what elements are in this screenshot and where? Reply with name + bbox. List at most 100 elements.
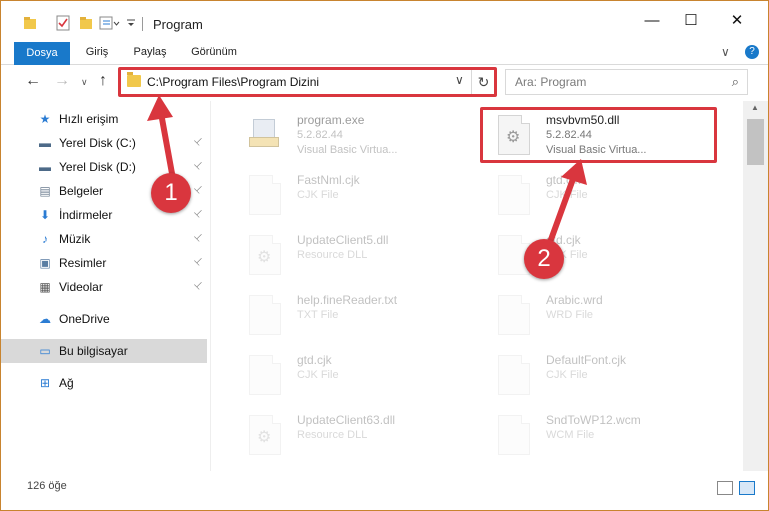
- recent-locations-button[interactable]: ∨: [81, 77, 88, 88]
- search-box[interactable]: Ara: Program ⌕: [505, 69, 748, 95]
- sidebar-item-label: Resimler: [59, 256, 107, 270]
- address-highlight-box: [118, 67, 497, 97]
- file-item[interactable]: ⚙ UpdateClient5.dll Resource DLL: [233, 227, 473, 283]
- customize-toolbar-icon[interactable]: [125, 13, 137, 33]
- scroll-up-icon[interactable]: ▲: [751, 103, 759, 112]
- step-badge-2: 2: [524, 239, 564, 279]
- tab-view[interactable]: Görünüm: [185, 41, 243, 63]
- title-bar: Program — ☐ ✕: [1, 1, 768, 39]
- sidebar-item[interactable]: ⊞ Ağ: [1, 371, 207, 395]
- item-count: 126 öğe: [27, 480, 67, 492]
- status-bar: 126 öğe: [1, 471, 768, 510]
- title-separator: [142, 17, 143, 31]
- file-item[interactable]: SndToWP12.wcm WCM File: [482, 407, 722, 463]
- file-icon: [498, 175, 530, 215]
- large-icons-view-icon[interactable]: [739, 481, 755, 495]
- file-item[interactable]: program.exe 5.2.82.44 Visual Basic Virtua.…: [233, 107, 473, 163]
- file-item[interactable]: gtd.cjk CJK File: [233, 347, 473, 403]
- ribbon-collapse-icon[interactable]: ∨: [721, 45, 730, 59]
- file-detail: Resource DLL: [297, 249, 368, 261]
- pin-icon[interactable]: ⊥: [191, 135, 205, 149]
- file-detail: CJK File: [546, 189, 588, 201]
- pictures-icon: ▣: [39, 256, 51, 270]
- file-item[interactable]: ⚙ UpdateClient63.dll Resource DLL: [233, 407, 473, 463]
- file-item[interactable]: help.fineReader.txt TXT File: [233, 287, 473, 343]
- sidebar-item[interactable]: ▦ Videolar ⊥: [1, 275, 207, 299]
- tab-home[interactable]: Giriş: [79, 41, 115, 63]
- details-view-icon[interactable]: [717, 481, 733, 495]
- network-icon: ⊞: [39, 376, 51, 390]
- pin-icon[interactable]: ⊥: [191, 207, 205, 221]
- sidebar-item-label: Hızlı erişim: [59, 112, 119, 126]
- sidebar-item-label: Yerel Disk (D:): [59, 160, 136, 174]
- sidebar-item-label: İndirmeler: [59, 208, 113, 222]
- file-item[interactable]: Arabic.wrd WRD File: [482, 287, 722, 343]
- file-icon: [498, 355, 530, 395]
- search-icon[interactable]: ⌕: [732, 74, 739, 90]
- gear-file-icon: ⚙: [249, 235, 281, 275]
- file-item[interactable]: DefaultFont.cjk CJK File: [482, 347, 722, 403]
- sidebar-item[interactable]: ▬ Yerel Disk (C:) ⊥: [1, 131, 207, 155]
- file-name: gtd.cjk: [546, 173, 581, 187]
- sidebar-item-label: OneDrive: [59, 312, 110, 326]
- sidebar-item-label: Ağ: [59, 376, 74, 390]
- properties-icon[interactable]: [55, 13, 71, 33]
- sidebar-item[interactable]: ▣ Resimler ⊥: [1, 251, 207, 275]
- file-item[interactable]: FastNml.cjk CJK File: [233, 167, 473, 223]
- view-options-icon[interactable]: [99, 13, 121, 33]
- file-detail: TXT File: [297, 309, 339, 321]
- music-icon: ♪: [42, 232, 48, 246]
- vertical-scrollbar[interactable]: ▲: [743, 101, 768, 471]
- pin-icon[interactable]: ⊥: [191, 255, 205, 269]
- sidebar-item-label: Müzik: [59, 232, 91, 246]
- pin-icon[interactable]: ⊥: [191, 183, 205, 197]
- forward-button[interactable]: →: [54, 72, 70, 90]
- up-button[interactable]: ↑: [99, 72, 107, 90]
- file-name: help.fineReader.txt: [297, 293, 398, 307]
- file-icon: [498, 295, 530, 335]
- pin-icon[interactable]: ⊥: [191, 279, 205, 293]
- navigation-pane: ★ Hızlı erişim ▬ Yerel Disk (C:) ⊥ ▬ Yerel Dis…: [1, 101, 211, 471]
- exe-icon: [249, 115, 279, 149]
- help-icon[interactable]: ?: [745, 45, 759, 59]
- sidebar-item-label: Yerel Disk (C:): [59, 136, 136, 150]
- sidebar-item-label: Bu bilgisayar: [59, 344, 128, 358]
- sidebar-item[interactable]: ▭ Bu bilgisayar: [1, 339, 207, 363]
- file-name: FastNml.cjk: [297, 173, 360, 187]
- sidebar-item-label: Belgeler: [59, 184, 104, 198]
- scroll-thumb[interactable]: [747, 119, 764, 165]
- close-button[interactable]: ✕: [714, 1, 760, 39]
- maximize-button[interactable]: ☐: [668, 1, 714, 39]
- file-name: DefaultFont.cjk: [546, 353, 627, 367]
- pin-icon[interactable]: ⊥: [191, 231, 205, 245]
- file-description: Visual Basic Virtua...: [297, 144, 398, 156]
- sidebar-item[interactable]: ★ Hızlı erişim: [1, 107, 207, 131]
- gear-file-icon: ⚙: [249, 415, 281, 455]
- search-input[interactable]: Ara: Program: [515, 75, 586, 89]
- file-name: SndToWP12.wcm: [546, 413, 641, 427]
- file-name: gtd.cjk: [297, 353, 332, 367]
- sidebar-item[interactable]: ♪ Müzik ⊥: [1, 227, 207, 251]
- tab-file[interactable]: Dosya: [14, 42, 70, 65]
- file-item[interactable]: gtd.cjk CJK File: [482, 167, 722, 223]
- download-icon: ⬇: [39, 208, 51, 222]
- drive-icon: ▬: [39, 160, 51, 174]
- pin-icon[interactable]: ⊥: [191, 159, 205, 173]
- file-item[interactable]: gtd.cjk CJK File: [482, 227, 722, 283]
- tab-share[interactable]: Paylaş: [128, 41, 172, 63]
- file-icon: [249, 355, 281, 395]
- computer-icon: ▭: [39, 344, 51, 358]
- sidebar-item[interactable]: ☁ OneDrive: [1, 307, 207, 331]
- explorer-window: Program — ☐ ✕ Dosya Giriş Paylaş Görünüm…: [0, 0, 769, 511]
- step-badge-1: 1: [151, 173, 191, 213]
- file-detail: CJK File: [297, 189, 339, 201]
- ribbon-tabs: Dosya Giriş Paylaş Görünüm ∨ ?: [1, 39, 768, 65]
- file-name: UpdateClient63.dll: [297, 413, 396, 427]
- file-detail: CJK File: [297, 369, 339, 381]
- window-title: Program: [153, 17, 203, 32]
- file-name: Arabic.wrd: [546, 293, 603, 307]
- back-button[interactable]: ←: [25, 72, 41, 90]
- file-icon: [249, 175, 281, 215]
- new-folder-icon[interactable]: [79, 13, 93, 33]
- documents-icon: ▤: [39, 184, 51, 198]
